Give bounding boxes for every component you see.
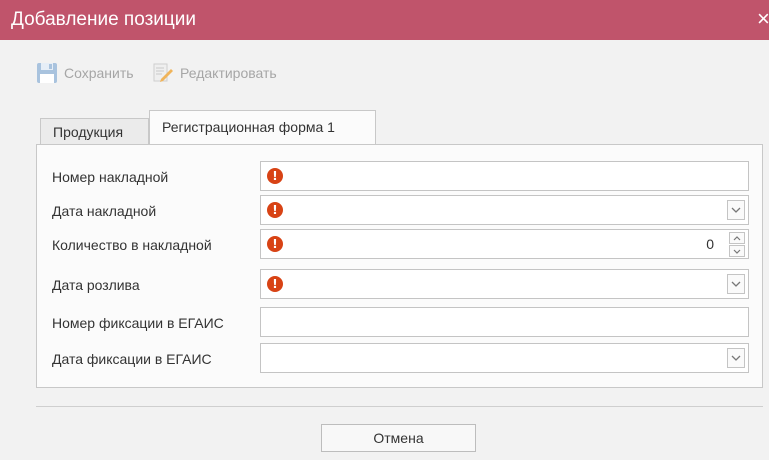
form-row-invoice-number: Номер накладной ! bbox=[37, 161, 762, 193]
egais-fixation-date-select[interactable] bbox=[260, 343, 749, 373]
invoice-quantity-value: 0 bbox=[706, 236, 714, 252]
error-icon: ! bbox=[267, 168, 283, 184]
save-button-label: Сохранить bbox=[64, 65, 134, 81]
invoice-date-select[interactable]: ! bbox=[260, 195, 749, 225]
chevron-down-icon[interactable] bbox=[729, 245, 745, 257]
form-row-egais-fixation-number: Номер фиксации в ЕГАИС bbox=[37, 307, 762, 339]
footer-divider bbox=[36, 406, 763, 407]
quantity-spinner bbox=[729, 232, 745, 258]
error-icon: ! bbox=[267, 276, 283, 292]
tab-registration-form-1[interactable]: Регистрационная форма 1 bbox=[149, 110, 376, 145]
chevron-down-icon[interactable] bbox=[727, 348, 745, 368]
edit-button[interactable]: Редактировать bbox=[152, 60, 277, 86]
cancel-button[interactable]: Отмена bbox=[321, 424, 476, 452]
error-icon: ! bbox=[267, 236, 283, 252]
form-row-invoice-quantity: Количество в накладной ! 0 bbox=[37, 229, 762, 261]
save-button[interactable]: Сохранить bbox=[36, 60, 134, 86]
invoice-quantity-label: Количество в накладной bbox=[52, 237, 212, 253]
floppy-disk-icon bbox=[36, 62, 58, 84]
chevron-down-icon[interactable] bbox=[727, 274, 745, 294]
close-icon[interactable]: × bbox=[757, 7, 769, 31]
form-row-bottling-date: Дата розлива ! bbox=[37, 269, 762, 301]
bottling-date-label: Дата розлива bbox=[52, 277, 140, 293]
egais-fixation-number-input[interactable] bbox=[260, 307, 749, 337]
invoice-number-label: Номер накладной bbox=[52, 169, 169, 185]
invoice-number-input[interactable]: ! bbox=[260, 161, 749, 191]
dialog-titlebar: Добавление позиции × bbox=[0, 0, 769, 40]
chevron-up-icon[interactable] bbox=[729, 232, 745, 244]
form-row-invoice-date: Дата накладной ! bbox=[37, 195, 762, 227]
invoice-date-label: Дата накладной bbox=[52, 203, 157, 219]
bottling-date-select[interactable]: ! bbox=[260, 269, 749, 299]
egais-fixation-date-label: Дата фиксации в ЕГАИС bbox=[52, 351, 212, 367]
dialog-title: Добавление позиции bbox=[11, 9, 196, 30]
form-row-egais-fixation-date: Дата фиксации в ЕГАИС bbox=[37, 343, 762, 375]
tab-product[interactable]: Продукция bbox=[40, 118, 149, 145]
chevron-down-icon[interactable] bbox=[727, 200, 745, 220]
egais-fixation-number-label: Номер фиксации в ЕГАИС bbox=[52, 315, 224, 331]
edit-document-icon bbox=[152, 62, 174, 84]
invoice-quantity-stepper[interactable]: ! 0 bbox=[260, 229, 749, 259]
edit-button-label: Редактировать bbox=[180, 65, 277, 81]
registration-form-panel: Номер накладной ! Дата накладной ! Колич… bbox=[36, 144, 763, 388]
error-icon: ! bbox=[267, 202, 283, 218]
